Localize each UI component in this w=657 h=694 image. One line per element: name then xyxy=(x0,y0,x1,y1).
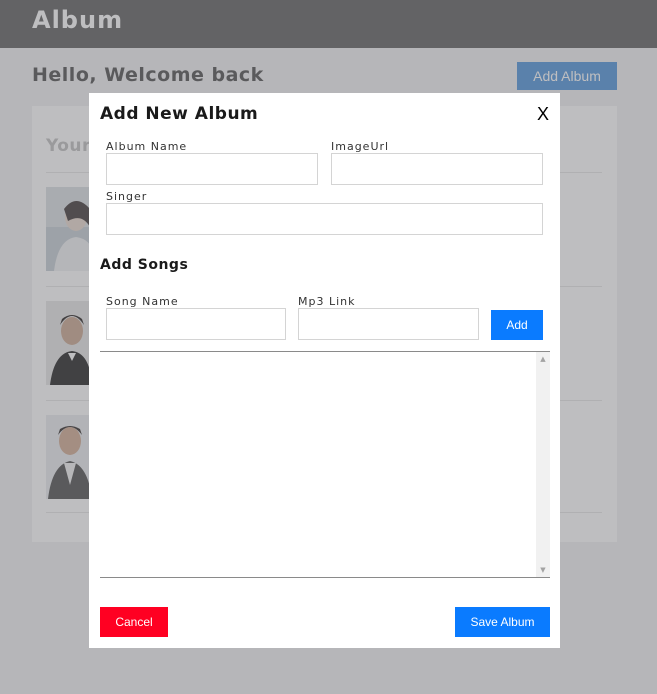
add-song-button[interactable]: Add xyxy=(491,310,543,340)
close-button[interactable]: X xyxy=(533,103,553,125)
album-name-label: Album Name xyxy=(106,140,188,153)
dialog-title: Add New Album xyxy=(100,104,259,124)
singer-input[interactable] xyxy=(106,203,543,235)
add-songs-heading: Add Songs xyxy=(100,257,189,273)
mp3-link-label: Mp3 Link xyxy=(298,295,356,308)
songs-list[interactable]: ▲ ▼ xyxy=(100,351,550,578)
image-url-input[interactable] xyxy=(331,153,543,185)
scroll-up-icon[interactable]: ▲ xyxy=(536,352,550,366)
scroll-down-icon[interactable]: ▼ xyxy=(536,563,550,577)
image-url-label: ImageUrl xyxy=(331,140,390,153)
singer-label: Singer xyxy=(106,190,148,203)
save-album-button[interactable]: Save Album xyxy=(455,607,550,637)
song-name-input[interactable] xyxy=(106,308,286,340)
mp3-link-input[interactable] xyxy=(298,308,479,340)
song-name-label: Song Name xyxy=(106,295,179,308)
album-name-input[interactable] xyxy=(106,153,318,185)
add-album-dialog: Add New Album X Album Name ImageUrl Sing… xyxy=(89,93,560,648)
songs-list-scrollbar[interactable]: ▲ ▼ xyxy=(536,352,550,577)
cancel-button[interactable]: Cancel xyxy=(100,607,168,637)
page: Album Hello, Welcome back Add Album Your xyxy=(0,0,657,694)
